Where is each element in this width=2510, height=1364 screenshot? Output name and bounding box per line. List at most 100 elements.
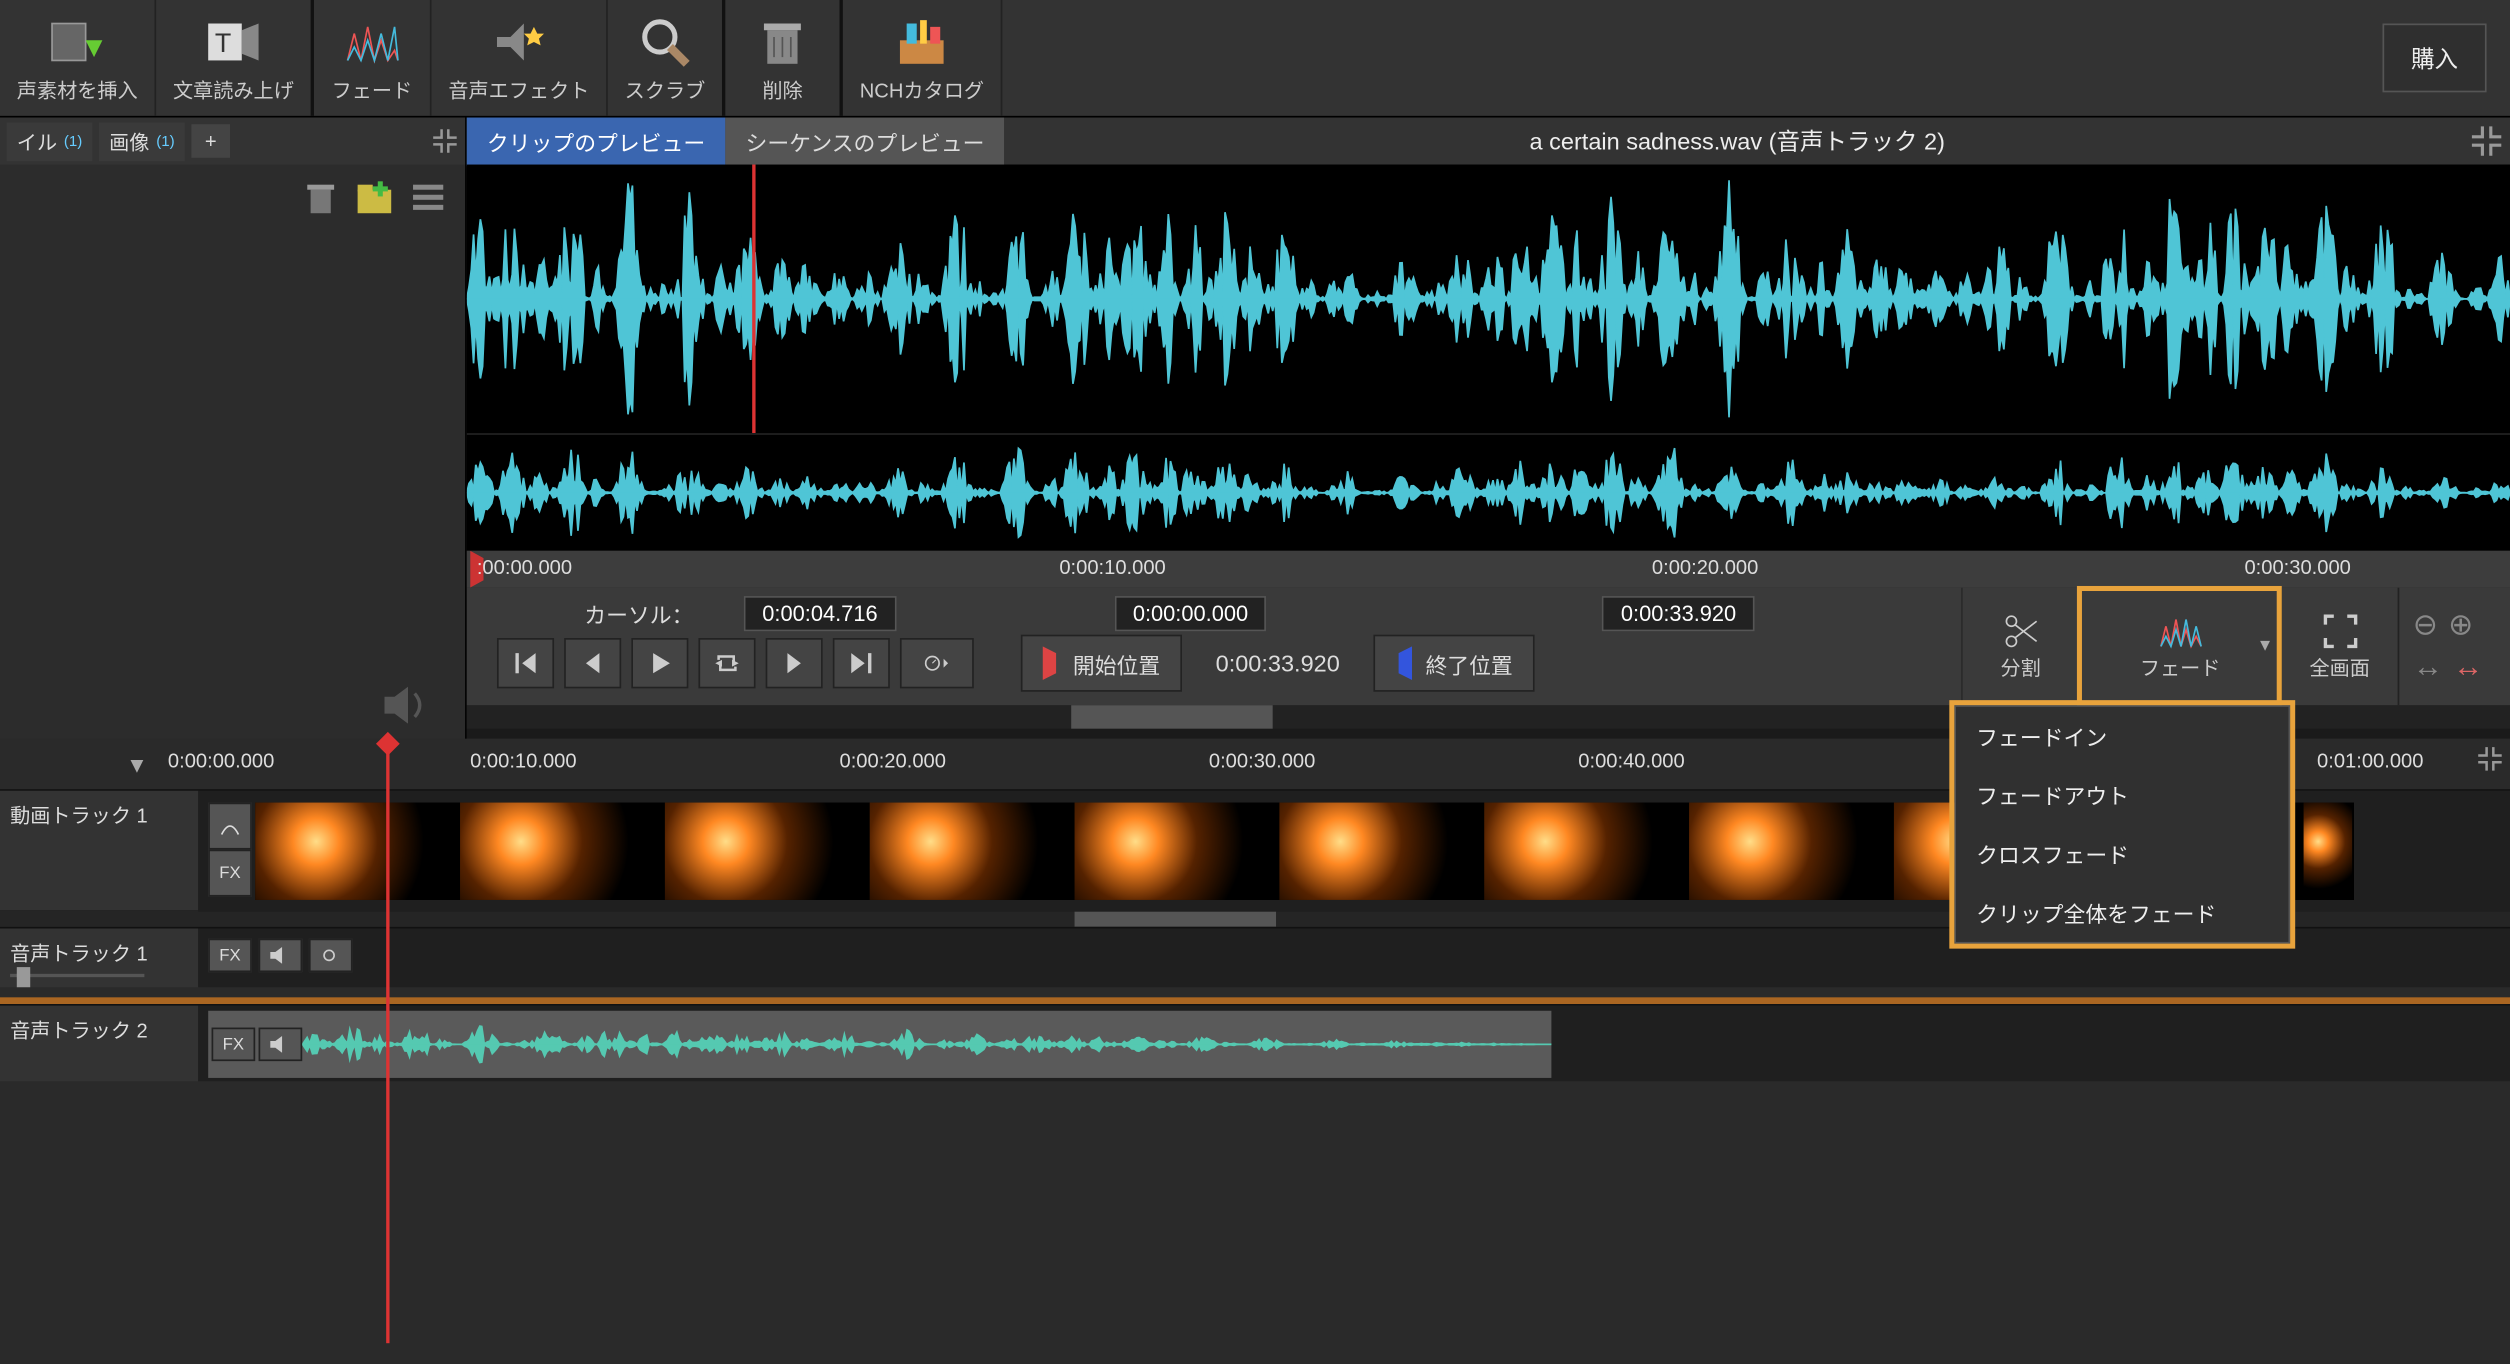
speaker-chip-icon[interactable] xyxy=(259,1028,303,1062)
audio-track1-label: 音声トラック 1 xyxy=(10,939,188,968)
chevron-down-icon: ▼ xyxy=(2257,637,2274,655)
video-thumb xyxy=(1279,803,1484,900)
fade-menu: フェードイン フェードアウト クロスフェード クリップ全体をフェード xyxy=(1954,705,2290,943)
bin-tab-file-count: (1) xyxy=(64,133,82,150)
mute-icon[interactable] xyxy=(0,672,465,739)
duration-label: 0:00:33.920 xyxy=(1216,650,1340,677)
expand-icon[interactable] xyxy=(2477,745,2504,772)
svg-text:T: T xyxy=(215,28,231,58)
fade-dropdown-button[interactable]: フェード ▼ フェードイン フェードアウト クロスフェード クリップ全体をフェー… xyxy=(2079,588,2280,706)
audio-track1-head: 音声トラック 1 xyxy=(0,928,198,987)
preview-panel: クリップのプレビュー シーケンスのプレビュー a certain sadness… xyxy=(467,118,2510,739)
start-time[interactable]: 0:00:00.000 xyxy=(1114,595,1266,630)
set-in-button[interactable]: 開始位置 xyxy=(1021,635,1182,692)
cursor-time[interactable]: 0:00:04.716 xyxy=(744,595,896,630)
video-thumb xyxy=(1484,803,1689,900)
ruler-t20: 0:00:20.000 xyxy=(1652,556,1758,580)
tts-label: 文章読み上げ xyxy=(173,76,294,105)
buy-button[interactable]: 購入 xyxy=(2383,24,2487,93)
nch-catalog-button[interactable]: NCHカタログ xyxy=(843,0,1003,116)
video-track-label: 動画トラック 1 xyxy=(10,801,188,830)
playback-controls: カーソル： 0:00:04.716 0:00:00.000 0:00:33.92… xyxy=(467,588,2510,706)
bin-tab-file-label: イル xyxy=(17,127,57,156)
expand-icon[interactable] xyxy=(432,128,459,155)
fullscreen-button[interactable]: 全画面 xyxy=(2280,588,2398,706)
go-end-button[interactable] xyxy=(833,638,890,688)
fullscreen-label: 全画面 xyxy=(2309,652,2369,681)
playhead-marker[interactable] xyxy=(753,165,756,434)
insert-audio-label: 声素材を挿入 xyxy=(17,76,138,105)
speaker-star-icon xyxy=(489,12,549,72)
toolbox-icon xyxy=(892,12,952,72)
bin-toolbar xyxy=(0,165,465,232)
tab-sequence-preview[interactable]: シーケンスのプレビュー xyxy=(725,117,1004,166)
play-button[interactable] xyxy=(631,638,688,688)
track-divider xyxy=(0,997,2510,1004)
bin-tab-add[interactable]: + xyxy=(191,124,230,158)
video-track-head: 動画トラック 1 xyxy=(0,791,198,910)
scissors-icon xyxy=(2002,612,2039,649)
step-fwd-button[interactable] xyxy=(766,638,823,688)
waveform-main[interactable] xyxy=(467,165,2510,434)
menu-crossfade[interactable]: クロスフェード xyxy=(1956,824,2288,883)
set-out-button[interactable]: 終了位置 xyxy=(1373,635,1534,692)
fx-chip[interactable]: FX xyxy=(208,939,252,973)
bin-tab-image[interactable]: 画像(1) xyxy=(99,122,185,161)
menu-fade-whole[interactable]: クリップ全体をフェード xyxy=(1956,883,2288,942)
audio-clip[interactable]: FX xyxy=(208,1011,1551,1078)
tab-clip-preview[interactable]: クリップのプレビュー xyxy=(467,117,726,166)
audio-fx-button[interactable]: 音声エフェクト xyxy=(432,0,608,116)
tlr-t0: 0:00:00.000 xyxy=(168,749,274,773)
delete-button[interactable]: 削除 xyxy=(725,0,843,116)
fx-chip[interactable]: FX xyxy=(212,1028,256,1062)
speed-button[interactable] xyxy=(900,638,974,688)
preview-time-ruler[interactable]: :00:00.000 0:00:10.000 0:00:20.000 0:00:… xyxy=(467,551,2510,588)
set-in-label: 開始位置 xyxy=(1073,647,1160,679)
video-thumb xyxy=(1689,803,1894,900)
media-bin-panel: イル (1) 画像(1) + xyxy=(0,118,467,739)
menu-fade-in[interactable]: フェードイン xyxy=(1956,707,2288,766)
end-time[interactable]: 0:00:33.920 xyxy=(1602,595,1754,630)
video-thumb xyxy=(2304,803,2354,900)
go-start-button[interactable] xyxy=(497,638,554,688)
magnifier-icon xyxy=(635,12,695,72)
trash-icon[interactable] xyxy=(301,178,341,218)
tlr-t10: 0:00:10.000 xyxy=(470,749,576,773)
set-out-label: 終了位置 xyxy=(1425,647,1512,679)
insert-audio-button[interactable]: 声素材を挿入 xyxy=(0,0,156,116)
clip-fx-chip[interactable]: FX xyxy=(208,850,252,897)
trash-icon xyxy=(752,12,812,72)
video-thumb xyxy=(665,803,870,900)
speaker-chip-icon[interactable] xyxy=(259,939,303,973)
preview-tabs: クリップのプレビュー シーケンスのプレビュー a certain sadness… xyxy=(467,118,2510,165)
delete-label: 削除 xyxy=(762,76,802,105)
bin-tab-file[interactable]: イル (1) xyxy=(7,122,93,161)
audio-track2-label: 音声トラック 2 xyxy=(10,1016,188,1045)
expand-icon[interactable] xyxy=(2470,124,2504,158)
menu-fade-out[interactable]: フェードアウト xyxy=(1956,766,2288,825)
fade-dd-label: フェード xyxy=(2140,652,2221,681)
audio-fx-label: 音声エフェクト xyxy=(448,76,589,105)
link-chip-icon[interactable] xyxy=(309,939,353,973)
video-thumb xyxy=(1075,803,1280,900)
timeline-menu-button[interactable]: ▼ xyxy=(0,751,168,776)
loop-button[interactable] xyxy=(698,638,755,688)
preview-title: a certain sadness.wav (音声トラック 2) xyxy=(1005,124,2470,158)
arrows-h-icon[interactable]: ↔ xyxy=(2413,650,2443,685)
clip-curve-icon[interactable] xyxy=(208,803,252,850)
list-view-icon[interactable] xyxy=(408,178,448,218)
step-back-button[interactable] xyxy=(564,638,621,688)
tlr-t60: 0:01:00.000 xyxy=(2317,749,2423,773)
tts-button[interactable]: T 文章読み上げ xyxy=(156,0,314,116)
arrows-h-red-icon[interactable]: ↔ xyxy=(2453,650,2483,685)
fade-icon xyxy=(2157,612,2204,649)
fade-button[interactable]: フェード xyxy=(314,0,432,116)
scrub-button[interactable]: スクラブ xyxy=(608,0,726,116)
audio-track2-lane[interactable]: FX xyxy=(198,1006,2510,1082)
ruler-t30: 0:00:30.000 xyxy=(2244,556,2350,580)
add-folder-icon[interactable] xyxy=(354,178,394,218)
waveform-overview[interactable] xyxy=(467,433,2510,551)
timeline-playhead[interactable] xyxy=(386,739,389,1343)
volume-slider[interactable] xyxy=(10,974,144,977)
split-button[interactable]: 分割 xyxy=(1961,588,2079,706)
